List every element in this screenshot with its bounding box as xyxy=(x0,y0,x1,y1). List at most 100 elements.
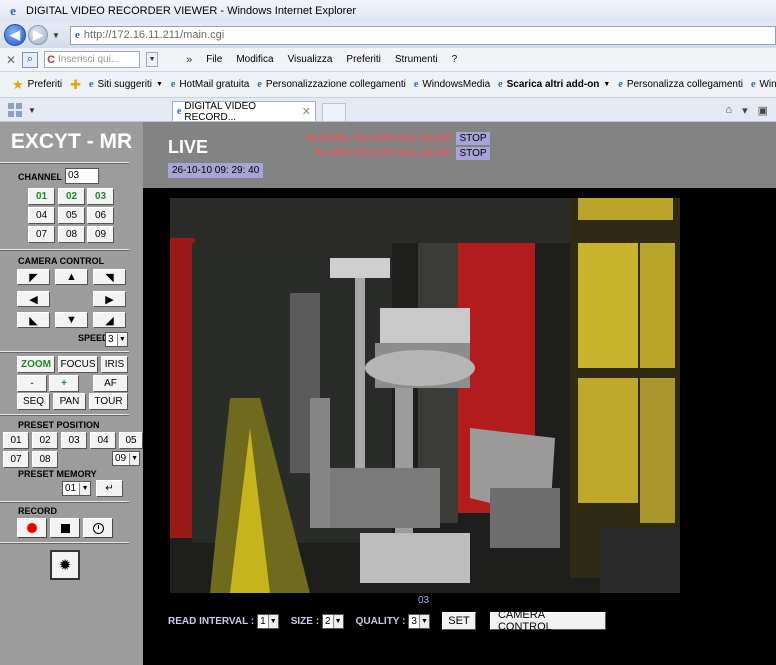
preset-05-button[interactable]: 05 xyxy=(119,432,143,449)
arrow-up-left-icon: ◤ xyxy=(29,271,38,284)
channel-06-button[interactable]: 06 xyxy=(87,207,114,224)
search-placeholder: Inserisci qui... xyxy=(58,54,120,65)
menu-help[interactable]: ? xyxy=(452,54,458,65)
add-favorite-button[interactable]: ✚ xyxy=(70,77,81,93)
history-dropdown-icon[interactable]: ▼ xyxy=(50,29,62,41)
live-title: LIVE xyxy=(168,137,209,157)
preset-07-button[interactable]: 07 xyxy=(3,451,29,468)
tilt-up-button[interactable]: ▲ xyxy=(55,269,88,285)
iris-button[interactable]: IRIS xyxy=(101,356,128,373)
snapshot-button[interactable]: ✹ xyxy=(50,550,80,580)
address-text: http://172.16.11.211/main.cgi xyxy=(83,29,225,41)
forward-button[interactable]: ▶ xyxy=(28,25,48,45)
preset-04-button[interactable]: 04 xyxy=(90,432,116,449)
preset-02-button[interactable]: 02 xyxy=(32,432,58,449)
record-start-button[interactable] xyxy=(17,518,47,538)
preset-03-button[interactable]: 03 xyxy=(61,432,87,449)
arrow-left-icon: ◀ xyxy=(29,293,38,306)
tab-dvr-viewer[interactable]: e DIGITAL VIDEO RECORD... ✕ xyxy=(171,101,316,123)
quality-select[interactable]: 3 ▼ xyxy=(408,613,430,629)
zoom-button[interactable]: ZOOM xyxy=(17,356,55,373)
quick-tabs-icon[interactable] xyxy=(8,103,22,117)
menu-modifica[interactable]: Modifica xyxy=(236,54,273,65)
close-search-icon[interactable]: ✕ xyxy=(6,53,16,67)
search-input[interactable]: C Inserisci qui... xyxy=(44,51,141,68)
focus-button[interactable]: FOCUS xyxy=(58,356,98,373)
speed-select[interactable]: 3 ▼ xyxy=(105,332,128,347)
tab-list-dropdown-icon[interactable]: ▼ xyxy=(28,106,36,115)
more-toolbar-chevron-icon[interactable]: » xyxy=(186,54,192,66)
address-bar[interactable]: e http://172.16.11.211/main.cgi xyxy=(70,25,776,45)
size-select[interactable]: 2 ▼ xyxy=(322,613,344,629)
new-tab-button[interactable] xyxy=(321,103,346,121)
tour-button[interactable]: TOUR xyxy=(89,393,128,410)
chevron-down-icon: ▼ xyxy=(129,452,139,465)
normal-recording-status: STOP xyxy=(456,132,490,145)
favorite-link[interactable]: e HotMail gratuita xyxy=(171,79,249,90)
home-dropdown-icon[interactable]: ▾ xyxy=(742,104,748,117)
live-view-area: LIVE 26-10-10 09: 29: 40 NORMAL RECORDIN… xyxy=(143,122,776,665)
tilt-down-left-button[interactable]: ◣ xyxy=(17,312,50,328)
arrow-down-icon: ▼ xyxy=(66,314,77,326)
tab-bar: ▼ e DIGITAL VIDEO RECORD... ✕ ⌂ ▾ ▣ xyxy=(0,98,776,123)
feeds-icon[interactable]: ▣ xyxy=(758,104,768,117)
pan-button[interactable]: PAN xyxy=(53,393,86,410)
channel-01-button[interactable]: 01 xyxy=(28,188,55,205)
read-interval-select[interactable]: 1 ▼ xyxy=(257,613,279,629)
favorite-link[interactable]: e Siti suggeriti ▼ xyxy=(89,79,163,90)
tilt-down-button[interactable]: ▼ xyxy=(55,312,88,328)
tilt-up-right-button[interactable]: ◥ xyxy=(93,269,126,285)
preset-08-button[interactable]: 08 xyxy=(32,451,58,468)
favorite-label: Personalizzazione collegamenti xyxy=(265,79,406,90)
favorite-label: WindowsMedia xyxy=(422,79,491,90)
channel-07-button[interactable]: 07 xyxy=(28,226,55,243)
seq-button[interactable]: SEQ xyxy=(17,393,50,410)
set-button[interactable]: SET xyxy=(441,612,476,630)
burst-icon: ✹ xyxy=(58,557,72,574)
preset-memory-select[interactable]: 01 ▼ xyxy=(62,481,91,496)
channel-09-button[interactable]: 09 xyxy=(87,226,114,243)
af-button[interactable]: AF xyxy=(93,375,128,392)
channel-03-button[interactable]: 03 xyxy=(87,188,114,205)
favorite-page-icon: e xyxy=(170,79,176,90)
channel-04-button[interactable]: 04 xyxy=(28,207,55,224)
favorite-link[interactable]: e WindowsMedia xyxy=(414,79,490,90)
favorite-link[interactable]: e Scarica altri add-on ▼ xyxy=(498,79,610,90)
pan-left-button[interactable]: ◀ xyxy=(17,291,50,307)
tab-close-icon[interactable]: ✕ xyxy=(302,105,311,118)
record-schedule-button[interactable] xyxy=(83,518,113,538)
menu-preferiti[interactable]: Preferiti xyxy=(346,54,380,65)
pan-right-button[interactable]: ▶ xyxy=(93,291,126,307)
camera-control-button[interactable]: CAMERA CONTROL xyxy=(489,609,606,633)
plus-button[interactable]: + xyxy=(49,375,79,392)
search-options-dropdown[interactable]: ▼ xyxy=(146,52,159,67)
alarm-recording-status: STOP xyxy=(456,147,490,160)
search-provider-icon: C xyxy=(47,53,56,66)
channel-05-button[interactable]: 05 xyxy=(58,207,85,224)
tilt-up-left-button[interactable]: ◤ xyxy=(17,269,50,285)
menu-strumenti[interactable]: Strumenti xyxy=(395,54,438,65)
record-stop-button[interactable] xyxy=(50,518,80,538)
channel-02-button[interactable]: 02 xyxy=(58,188,85,205)
divider xyxy=(0,542,129,544)
search-icon[interactable]: ⌕ xyxy=(22,51,39,68)
window-title: DIGITAL VIDEO RECORDER VIEWER - Windows … xyxy=(26,5,357,17)
favorite-link[interactable]: e Personalizzazione collegamenti xyxy=(257,79,406,90)
preset-01-button[interactable]: 01 xyxy=(3,432,29,449)
menu-file[interactable]: File xyxy=(206,54,222,65)
back-button[interactable]: ◀ xyxy=(4,24,26,46)
camera-control-label: CAMERA CONTROL xyxy=(18,256,105,266)
minus-button[interactable]: - xyxy=(17,375,47,392)
control-panel: EXCYT - MR CHANNEL 03 01 02 03 04 05 06 … xyxy=(0,122,143,665)
preset-select[interactable]: 09 ▼ xyxy=(112,451,140,466)
chevron-down-icon: ▼ xyxy=(116,333,127,346)
camera-feed[interactable] xyxy=(170,198,680,593)
channel-08-button[interactable]: 08 xyxy=(58,226,85,243)
favorite-link[interactable]: e Personalizza collegamenti xyxy=(618,79,743,90)
home-icon[interactable]: ⌂ xyxy=(725,104,732,117)
tilt-down-right-button[interactable]: ◢ xyxy=(93,312,126,328)
menu-visualizza[interactable]: Visualizza xyxy=(288,54,333,65)
preset-memory-save-button[interactable]: ↵ xyxy=(96,480,123,497)
favorites-button[interactable]: ★ Preferiti xyxy=(12,77,62,93)
favorite-link[interactable]: eWindows xyxy=(751,79,776,90)
